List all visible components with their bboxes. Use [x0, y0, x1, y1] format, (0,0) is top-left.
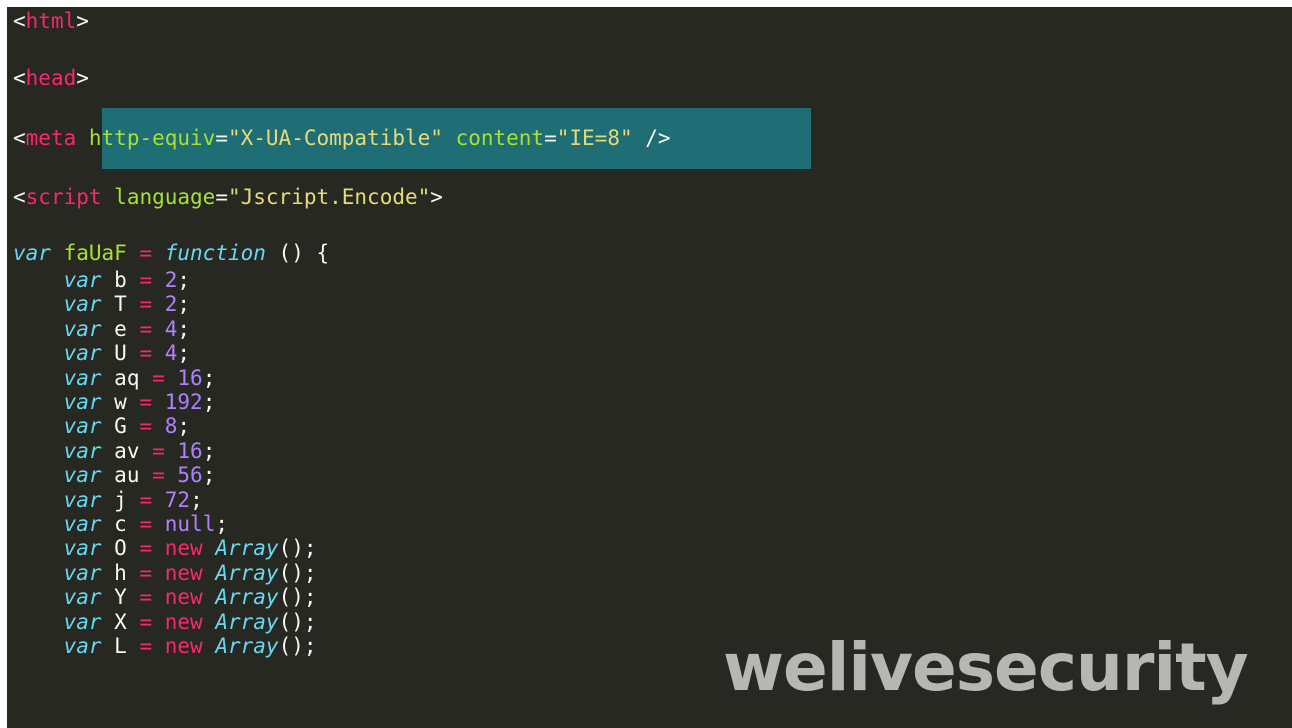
var-keyword: var [63, 414, 102, 439]
variable-name: au [114, 463, 140, 488]
var-keyword: var [63, 609, 102, 634]
array-constructor: Array [215, 585, 279, 610]
var-keyword: var [63, 560, 102, 585]
variable-name: O [114, 536, 127, 561]
function-keyword: function [164, 241, 266, 265]
variable-value: 72 [164, 487, 191, 512]
head-tag: head [25, 66, 77, 90]
var-keyword: var [63, 292, 102, 317]
new-keyword: new [164, 609, 203, 634]
array-call: (); [278, 634, 317, 658]
variable-name: T [114, 292, 127, 317]
array-constructor: Array [215, 609, 279, 634]
script-tag: script [25, 185, 102, 209]
var-keyword: var [63, 585, 102, 610]
variable-name: h [114, 560, 127, 585]
var-keyword: var [63, 463, 102, 488]
new-keyword: new [164, 536, 203, 561]
var-keyword: var [63, 634, 102, 658]
var-keyword: var [63, 365, 102, 390]
array-call: (); [278, 560, 317, 585]
code-line-array: var L = new Array(); [63, 634, 317, 658]
var-keyword: var [63, 268, 102, 292]
variable-name: c [114, 512, 127, 536]
meta-attr-content: content [455, 126, 545, 150]
array-constructor: Array [215, 560, 279, 585]
meta-attr-http-equiv: http-equiv [88, 126, 216, 150]
code-line-html: <html> [13, 9, 89, 33]
new-keyword: new [164, 560, 203, 585]
variable-name: U [114, 341, 127, 366]
variable-value: 8 [164, 414, 178, 439]
var-keyword: var [63, 316, 102, 341]
new-keyword: new [164, 634, 203, 658]
function-open: () { [265, 241, 330, 265]
var-keyword: var [63, 341, 102, 366]
array-call: (); [278, 536, 317, 561]
var-keyword: var [63, 487, 102, 512]
variable-name: j [114, 487, 127, 512]
code-editor[interactable]: <html> <head> <meta http-equiv="X-UA-Com… [7, 7, 1292, 728]
variable-name: L [114, 634, 127, 658]
code-line-head: <head> [13, 66, 89, 90]
script-attr-language: language [114, 185, 216, 209]
variable-value: 2 [164, 268, 178, 292]
var-keyword: var [63, 512, 102, 536]
var-keyword: var [63, 390, 102, 414]
script-attr-language-value: "Jscript.Encode" [227, 185, 431, 209]
html-tag: html [25, 9, 77, 33]
new-keyword: new [164, 585, 203, 610]
variable-name: av [114, 438, 140, 463]
variable-value: null [164, 512, 216, 536]
var-keyword: var [13, 241, 51, 265]
variable-value: 16 [177, 438, 203, 463]
variable-value: 56 [177, 463, 203, 488]
var-keyword: var [63, 536, 102, 561]
variable-value: 192 [164, 390, 203, 414]
variable-value: 4 [164, 316, 178, 341]
array-constructor: Array [215, 536, 279, 561]
meta-tag: meta [25, 126, 77, 150]
variable-name: aq [114, 365, 140, 390]
variable-name: e [114, 316, 127, 341]
variable-value: 16 [177, 365, 203, 390]
array-constructor: Array [215, 634, 279, 658]
code-line-meta: <meta http-equiv="X-UA-Compatible" conte… [13, 126, 671, 150]
variable-value: 2 [164, 292, 178, 317]
variable-name: X [114, 609, 127, 634]
array-call: (); [278, 585, 317, 610]
variable-name: w [114, 390, 127, 414]
meta-attr-content-value: "IE=8" [556, 126, 633, 150]
code-line-function: var faUaF = function () { [13, 241, 330, 265]
variable-name: G [114, 414, 127, 439]
function-name: faUaF [63, 241, 127, 265]
variable-name: Y [114, 585, 127, 610]
code-line-script: <script language="Jscript.Encode"> [13, 185, 443, 209]
welivesecurity-logo: welivesecurity [723, 629, 1249, 706]
meta-attr-http-equiv-value: "X-UA-Compatible" [227, 126, 443, 150]
array-call: (); [278, 609, 317, 634]
variable-value: 4 [164, 341, 178, 366]
var-keyword: var [63, 438, 102, 463]
meta-close: /> [645, 126, 671, 150]
variable-name: b [114, 268, 127, 292]
